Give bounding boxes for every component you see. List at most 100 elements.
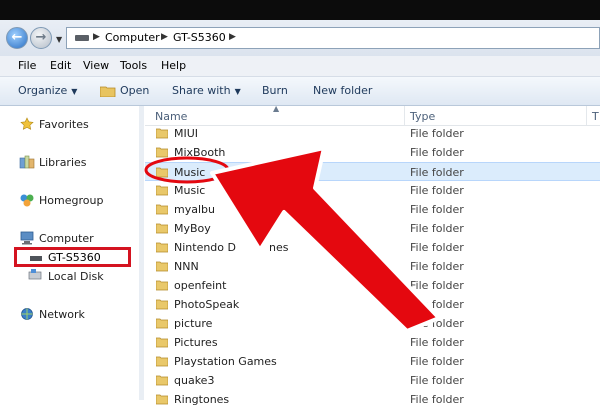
file-type: File folder xyxy=(410,184,464,197)
open-button[interactable]: Open xyxy=(120,84,149,97)
file-name-tail: nes xyxy=(269,241,289,254)
back-button[interactable]: ← xyxy=(6,27,28,49)
menu-help[interactable]: Help xyxy=(161,59,186,72)
folder-icon xyxy=(156,242,168,253)
nav-network[interactable]: Network xyxy=(39,308,85,321)
file-name: MixBooth xyxy=(174,146,226,159)
file-type: File folder xyxy=(410,203,464,216)
menu-edit[interactable]: Edit xyxy=(50,59,71,72)
file-type: File folder xyxy=(410,279,464,292)
nav-favorites[interactable]: Favorites xyxy=(39,118,89,131)
command-bar: Organize ▼ Open Share with ▼ Burn New fold… xyxy=(0,77,600,106)
file-name: Pictures xyxy=(174,336,218,349)
homegroup-icon xyxy=(20,194,34,207)
nav-local-disk[interactable]: Local Disk xyxy=(48,270,104,283)
table-row[interactable]: Nintendo D nes File folder xyxy=(145,238,600,257)
folder-icon xyxy=(156,223,168,234)
folder-icon xyxy=(156,185,168,196)
table-row[interactable]: myalbu File folder xyxy=(145,200,600,219)
table-row[interactable]: MIUI File folder xyxy=(145,124,600,143)
breadcrumb-separator-icon[interactable]: ▶ xyxy=(93,32,100,42)
file-list-header: Name ▲ Type T xyxy=(145,104,600,126)
back-arrow-icon: ← xyxy=(11,30,23,45)
share-with-label: Share with xyxy=(172,84,231,97)
column-type[interactable]: Type xyxy=(410,110,435,123)
file-type: File folder xyxy=(410,355,464,368)
nav-libraries[interactable]: Libraries xyxy=(39,156,87,169)
computer-icon xyxy=(20,231,34,245)
file-name: Nintendo D xyxy=(174,241,236,254)
table-row[interactable]: NNN File folder xyxy=(145,257,600,276)
table-row[interactable]: Music File folder xyxy=(145,181,600,200)
sort-up-icon: ▲ xyxy=(273,104,280,113)
table-row[interactable]: picture File folder xyxy=(145,314,600,333)
open-folder-icon xyxy=(100,86,116,97)
burn-button[interactable]: Burn xyxy=(262,84,288,97)
drive-icon xyxy=(30,256,42,261)
new-folder-button[interactable]: New folder xyxy=(313,84,372,97)
file-name: picture xyxy=(174,317,213,330)
file-type: File folder xyxy=(410,298,464,311)
table-row[interactable]: openfeint File folder xyxy=(145,276,600,295)
file-type: File folder xyxy=(410,260,464,273)
nav-homegroup[interactable]: Homegroup xyxy=(39,194,103,207)
file-type: File folder xyxy=(410,317,464,330)
forward-arrow-icon: → xyxy=(35,30,47,45)
column-name[interactable]: Name xyxy=(155,110,187,123)
table-row[interactable]: MyBoy File folder xyxy=(145,219,600,238)
file-name: MyBoy xyxy=(174,222,211,235)
table-row[interactable]: Pictures File folder xyxy=(145,333,600,352)
share-with-button[interactable]: Share with ▼ xyxy=(172,84,241,97)
folder-icon xyxy=(156,280,168,291)
local-disk-icon xyxy=(28,269,42,280)
column-divider[interactable] xyxy=(404,106,405,125)
file-name: myalbu xyxy=(174,203,215,216)
breadcrumb-separator-icon[interactable]: ▶ xyxy=(161,32,168,42)
file-name: MIUI xyxy=(174,127,199,140)
file-name: openfeint xyxy=(174,279,227,292)
file-type: File folder xyxy=(410,374,464,387)
organize-label: Organize xyxy=(18,84,68,97)
address-bar[interactable]: ▶ Computer ▶ GT-S5360 ▶ xyxy=(66,27,600,49)
folder-icon xyxy=(156,356,168,367)
drive-icon xyxy=(75,35,89,41)
nav-device[interactable]: GT-S5360 xyxy=(48,251,101,264)
table-row[interactable]: quake3 File folder xyxy=(145,371,600,390)
star-icon xyxy=(20,117,34,130)
breadcrumb-device[interactable]: GT-S5360 xyxy=(173,31,226,44)
file-name: Playstation Games xyxy=(174,355,277,368)
file-type: File folder xyxy=(410,336,464,349)
folder-icon xyxy=(156,204,168,215)
breadcrumb-separator-icon[interactable]: ▶ xyxy=(229,32,236,42)
folder-icon xyxy=(156,147,168,158)
file-type: File folder xyxy=(410,166,464,179)
menu-view[interactable]: View xyxy=(83,59,109,72)
folder-icon xyxy=(156,394,168,405)
chevron-down-icon: ▼ xyxy=(71,87,78,96)
pane-splitter[interactable] xyxy=(139,106,144,400)
table-row-selected[interactable]: Music File folder xyxy=(145,162,600,181)
libraries-icon xyxy=(19,155,35,169)
menu-tools[interactable]: Tools xyxy=(120,59,147,72)
column-extra[interactable]: T xyxy=(592,110,599,123)
menu-file[interactable]: File xyxy=(18,59,36,72)
file-type: File folder xyxy=(410,127,464,140)
file-type: File folder xyxy=(410,222,464,235)
column-divider[interactable] xyxy=(586,106,587,125)
forward-button[interactable]: → xyxy=(30,27,52,49)
organize-button[interactable]: Organize ▼ xyxy=(18,84,77,97)
folder-icon xyxy=(156,318,168,329)
network-icon xyxy=(21,308,33,320)
table-row[interactable]: PhotoSpeak File folder xyxy=(145,295,600,314)
breadcrumb-computer[interactable]: Computer xyxy=(105,31,160,44)
table-row[interactable]: Playstation Games File folder xyxy=(145,352,600,371)
file-name: quake3 xyxy=(174,374,215,387)
folder-icon xyxy=(156,128,168,139)
recent-pages-dropdown-icon[interactable]: ▼ xyxy=(56,35,62,44)
table-row[interactable]: MixBooth File folder xyxy=(145,143,600,162)
nav-computer[interactable]: Computer xyxy=(39,232,94,245)
folder-icon xyxy=(156,375,168,386)
folder-icon xyxy=(156,167,168,178)
navigation-pane: Favorites Libraries Homegroup Computer G… xyxy=(0,106,139,400)
file-name: NNN xyxy=(174,260,199,273)
